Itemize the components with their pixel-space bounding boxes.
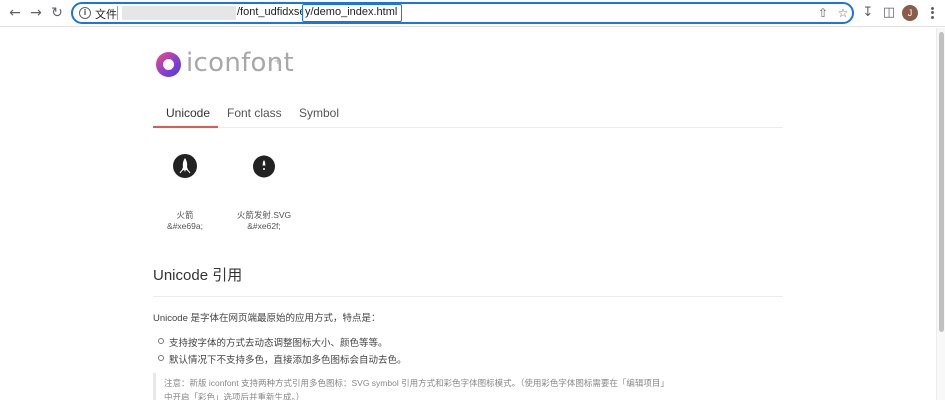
icon-name: 火箭 [176, 210, 194, 220]
address-bar[interactable]: i 文件 /font_udfidxset y/demo_index.html ⇧… [71, 2, 854, 24]
tab-bar: Unicode Font class Symbol [153, 100, 783, 128]
tab-font-class[interactable]: Font class [227, 106, 282, 120]
scrollbar-thumb[interactable] [939, 32, 944, 332]
list-item: 支持按字体的方式去动态调整图标大小、颜色等等。 [158, 335, 407, 352]
note-line: 注意：新版 iconfont 支持两种方式引用多色图标：SVG symbol 引… [164, 378, 669, 388]
star-icon[interactable]: ☆ [836, 6, 850, 20]
url-redacted [122, 6, 236, 20]
icon-code: &#xe69a; [167, 221, 203, 231]
browser-toolbar: ← → ↻ i 文件 /font_udfidxset y/demo_index.… [0, 0, 945, 27]
tab-symbol[interactable]: Symbol [299, 106, 339, 120]
iconfont-logo-mark-icon [156, 52, 181, 77]
section-divider [153, 296, 783, 297]
info-icon[interactable]: i [79, 7, 91, 19]
side-panel-icon[interactable]: ◫ [881, 5, 897, 21]
note-block: 注意：新版 iconfont 支持两种方式引用多色图标：SVG symbol 引… [153, 373, 783, 400]
scrollbar[interactable] [936, 28, 945, 400]
intro-text: Unicode 是字体在网页端最原始的应用方式，特点是： [153, 313, 381, 324]
share-icon[interactable]: ⇧ [816, 6, 830, 20]
rocket-launch-icon [253, 155, 275, 178]
url-text[interactable]: /font_udfidxset [237, 6, 309, 18]
forward-arrow-icon[interactable]: → [28, 5, 44, 21]
section-title: Unicode 引用 [153, 267, 243, 284]
reload-icon[interactable]: ↻ [49, 5, 65, 21]
list-item: 默认情况下不支持多色，直接添加多色图标会自动去色。 [158, 352, 407, 369]
icon-card[interactable]: 火箭 &#xe69a; [145, 154, 225, 231]
icon-name: 火箭发射.SVG [236, 210, 292, 220]
active-tab-indicator [153, 126, 218, 128]
icon-card[interactable]: 火箭发射.SVG &#xe62f; [224, 154, 304, 231]
feature-list: 支持按字体的方式去动态调整图标大小、颜色等等。 默认情况下不支持多色，直接添加多… [158, 335, 407, 369]
file-label: 文件 [95, 9, 117, 21]
note-line: 中开启「彩色」选项后并重新生成。） [164, 392, 305, 400]
avatar[interactable]: J [902, 5, 918, 21]
icon-code: &#xe62f; [247, 221, 281, 231]
back-arrow-icon[interactable]: ← [7, 5, 23, 21]
tab-unicode[interactable]: Unicode [166, 106, 210, 120]
kebab-menu-icon[interactable] [927, 5, 937, 21]
logo-plus: + [274, 53, 282, 68]
download-icon[interactable]: ↧ [860, 5, 876, 21]
url-selection[interactable]: y/demo_index.html [302, 4, 402, 22]
url-separator [117, 6, 118, 20]
rocket-icon [173, 154, 197, 178]
